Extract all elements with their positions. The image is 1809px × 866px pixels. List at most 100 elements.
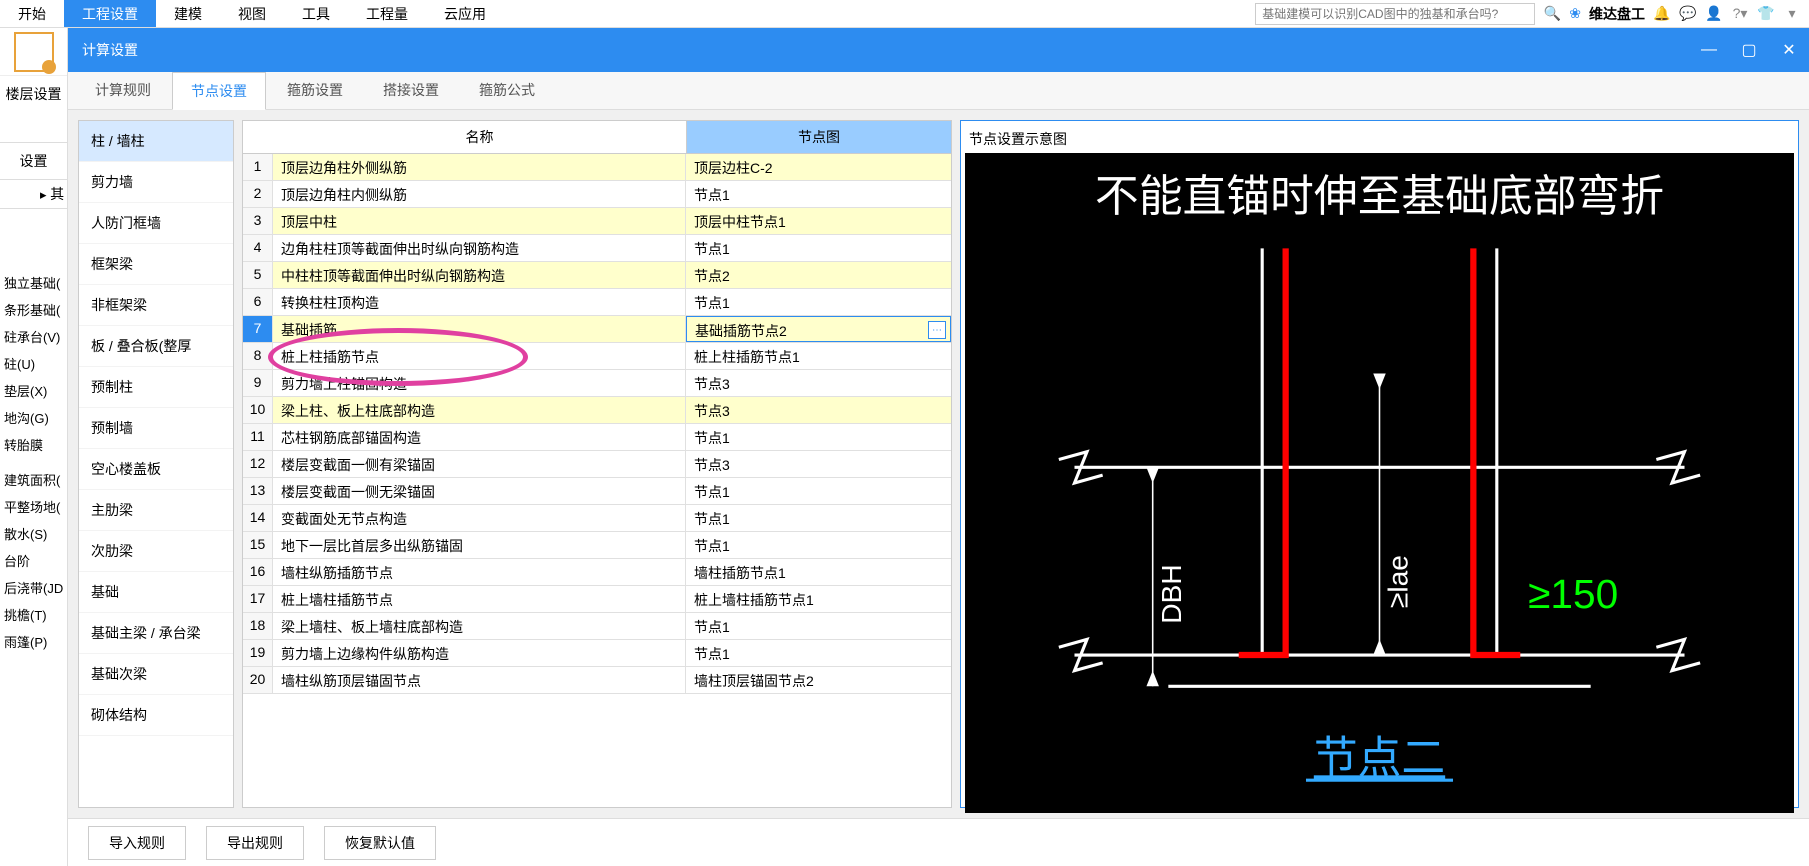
category-item-4[interactable]: 非框架梁 bbox=[79, 285, 233, 326]
ellipsis-button[interactable]: ⋯ bbox=[928, 321, 946, 339]
table-row[interactable]: 20墙柱纵筋顶层锚固节点墙柱顶层锚固节点2 bbox=[243, 667, 951, 694]
left-item-0[interactable]: 独立基础( bbox=[0, 269, 67, 296]
row-node[interactable]: 顶层边柱C-2 bbox=[686, 154, 951, 180]
table-row[interactable]: 8桩上柱插筋节点桩上柱插筋节点1 bbox=[243, 343, 951, 370]
row-node[interactable]: 节点1 bbox=[686, 613, 951, 639]
table-row[interactable]: 5中柱柱顶等截面伸出时纵向钢筋构造节点2 bbox=[243, 262, 951, 289]
menu-item-0[interactable]: 开始 bbox=[0, 0, 64, 27]
category-item-0[interactable]: 柱 / 墙柱 bbox=[79, 121, 233, 162]
gear-block[interactable] bbox=[0, 28, 67, 76]
table-row[interactable]: 17桩上墙柱插筋节点桩上墙柱插筋节点1 bbox=[243, 586, 951, 613]
bell-icon[interactable]: 🔔 bbox=[1653, 5, 1671, 23]
sidebar-label-settings[interactable]: 设置 bbox=[0, 142, 67, 180]
category-item-5[interactable]: 板 / 叠合板(整厚 bbox=[79, 326, 233, 367]
menu-item-4[interactable]: 工具 bbox=[284, 0, 348, 27]
left-item-12[interactable]: 后浇带(JD bbox=[0, 574, 67, 601]
maximize-button[interactable]: ▢ bbox=[1729, 28, 1769, 72]
left-item-1[interactable]: 条形基础( bbox=[0, 296, 67, 323]
row-node[interactable]: 节点1 bbox=[686, 532, 951, 558]
table-row[interactable]: 18梁上墙柱、板上墙柱底部构造节点1 bbox=[243, 613, 951, 640]
row-node[interactable]: 节点3 bbox=[686, 397, 951, 423]
left-item-3[interactable]: 砫(U) bbox=[0, 350, 67, 377]
table-row[interactable]: 13楼层变截面一侧无梁锚固节点1 bbox=[243, 478, 951, 505]
category-item-10[interactable]: 次肋梁 bbox=[79, 531, 233, 572]
left-item-7[interactable] bbox=[0, 458, 67, 466]
table-row[interactable]: 4边角柱柱顶等截面伸出时纵向钢筋构造节点1 bbox=[243, 235, 951, 262]
category-item-9[interactable]: 主肋梁 bbox=[79, 490, 233, 531]
table-body[interactable]: 1顶层边角柱外侧纵筋顶层边柱C-22顶层边角柱内侧纵筋节点13顶层中柱顶层中柱节… bbox=[243, 154, 951, 807]
category-item-6[interactable]: 预制柱 bbox=[79, 367, 233, 408]
left-item-13[interactable]: 挑檐(T) bbox=[0, 601, 67, 628]
left-item-9[interactable]: 平整场地( bbox=[0, 493, 67, 520]
user-icon[interactable]: 👤 bbox=[1705, 5, 1723, 23]
search-icon[interactable]: 🔍 bbox=[1543, 5, 1561, 23]
row-node[interactable]: 节点1 bbox=[686, 478, 951, 504]
dropdown-icon[interactable]: ▾ bbox=[1783, 5, 1801, 23]
category-item-12[interactable]: 基础主梁 / 承台梁 bbox=[79, 613, 233, 654]
sub-tab-3[interactable]: 搭接设置 bbox=[364, 71, 458, 109]
left-item-4[interactable]: 垫层(X) bbox=[0, 377, 67, 404]
row-node[interactable]: 节点2 bbox=[686, 262, 951, 288]
menu-item-2[interactable]: 建模 bbox=[156, 0, 220, 27]
left-item-14[interactable]: 雨篷(P) bbox=[0, 628, 67, 655]
minimize-button[interactable]: — bbox=[1689, 28, 1729, 72]
left-item-8[interactable]: 建筑面积( bbox=[0, 466, 67, 493]
menu-item-5[interactable]: 工程量 bbox=[348, 0, 426, 27]
search-input[interactable] bbox=[1255, 3, 1535, 25]
row-node[interactable]: 节点1 bbox=[686, 235, 951, 261]
row-node[interactable]: 节点3 bbox=[686, 370, 951, 396]
menu-item-1[interactable]: 工程设置 bbox=[64, 0, 156, 27]
sidebar-label-floor[interactable]: 楼层设置 bbox=[0, 76, 67, 112]
row-node[interactable]: 顶层中柱节点1 bbox=[686, 208, 951, 234]
table-row[interactable]: 14变截面处无节点构造节点1 bbox=[243, 505, 951, 532]
category-item-13[interactable]: 基础次梁 bbox=[79, 654, 233, 695]
left-item-11[interactable]: 台阶 bbox=[0, 547, 67, 574]
help-icon[interactable]: ?▾ bbox=[1731, 5, 1749, 23]
menu-item-6[interactable]: 云应用 bbox=[426, 0, 504, 27]
category-item-7[interactable]: 预制墙 bbox=[79, 408, 233, 449]
row-node[interactable]: 桩上柱插筋节点1 bbox=[686, 343, 951, 369]
table-row[interactable]: 16墙柱纵筋插筋节点墙柱插筋节点1 bbox=[243, 559, 951, 586]
category-item-11[interactable]: 基础 bbox=[79, 572, 233, 613]
left-item-2[interactable]: 砫承台(V) bbox=[0, 323, 67, 350]
table-row[interactable]: 19剪力墙上边缘构件纵筋构造节点1 bbox=[243, 640, 951, 667]
category-item-8[interactable]: 空心楼盖板 bbox=[79, 449, 233, 490]
sub-tab-4[interactable]: 箍筋公式 bbox=[460, 71, 554, 109]
chat-icon[interactable]: 💬 bbox=[1679, 5, 1697, 23]
category-item-1[interactable]: 剪力墙 bbox=[79, 162, 233, 203]
close-button[interactable]: ✕ bbox=[1769, 28, 1809, 72]
table-row[interactable]: 15地下一层比首层多出纵筋锚固节点1 bbox=[243, 532, 951, 559]
row-node[interactable]: 节点1 bbox=[686, 181, 951, 207]
menu-item-3[interactable]: 视图 bbox=[220, 0, 284, 27]
row-node[interactable]: 节点1 bbox=[686, 424, 951, 450]
row-node[interactable]: 节点1 bbox=[686, 640, 951, 666]
export-button[interactable]: 导出规则 bbox=[206, 826, 304, 860]
sidebar-sub[interactable]: ▸ 其 bbox=[0, 180, 67, 209]
row-node[interactable]: 节点1 bbox=[686, 505, 951, 531]
sub-tab-2[interactable]: 箍筋设置 bbox=[268, 71, 362, 109]
table-row[interactable]: 10梁上柱、板上柱底部构造节点3 bbox=[243, 397, 951, 424]
table-row[interactable]: 6转换柱柱顶构造节点1 bbox=[243, 289, 951, 316]
category-item-14[interactable]: 砌体结构 bbox=[79, 695, 233, 736]
table-row[interactable]: 3顶层中柱顶层中柱节点1 bbox=[243, 208, 951, 235]
category-panel[interactable]: 柱 / 墙柱剪力墙人防门框墙框架梁非框架梁板 / 叠合板(整厚预制柱预制墙空心楼… bbox=[78, 120, 234, 808]
table-row[interactable]: 11芯柱钢筋底部锚固构造节点1 bbox=[243, 424, 951, 451]
category-item-3[interactable]: 框架梁 bbox=[79, 244, 233, 285]
row-node[interactable]: 桩上墙柱插筋节点1 bbox=[686, 586, 951, 612]
reset-button[interactable]: 恢复默认值 bbox=[324, 826, 436, 860]
left-item-6[interactable]: 转胎膜 bbox=[0, 431, 67, 458]
row-node[interactable]: 节点3 bbox=[686, 451, 951, 477]
row-node[interactable]: 墙柱插筋节点1 bbox=[686, 559, 951, 585]
sub-tab-1[interactable]: 节点设置 bbox=[172, 72, 266, 110]
left-item-5[interactable]: 地沟(G) bbox=[0, 404, 67, 431]
table-row[interactable]: 7基础插筋基础插筋节点2⋯ bbox=[243, 316, 951, 343]
shirt-icon[interactable]: 👕 bbox=[1757, 5, 1775, 23]
category-item-2[interactable]: 人防门框墙 bbox=[79, 203, 233, 244]
table-row[interactable]: 1顶层边角柱外侧纵筋顶层边柱C-2 bbox=[243, 154, 951, 181]
left-item-10[interactable]: 散水(S) bbox=[0, 520, 67, 547]
row-node[interactable]: 节点1 bbox=[686, 289, 951, 315]
sub-tab-0[interactable]: 计算规则 bbox=[76, 71, 170, 109]
table-row[interactable]: 9剪力墙上柱锚固构造节点3 bbox=[243, 370, 951, 397]
table-row[interactable]: 2顶层边角柱内侧纵筋节点1 bbox=[243, 181, 951, 208]
row-node[interactable]: 墙柱顶层锚固节点2 bbox=[686, 667, 951, 693]
